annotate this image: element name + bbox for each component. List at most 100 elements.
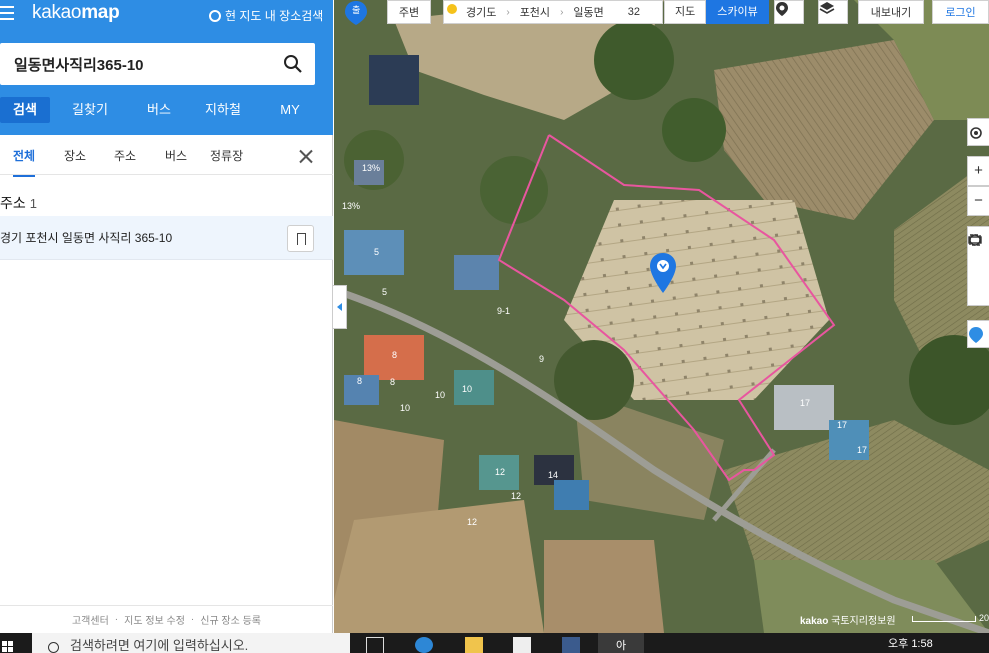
menu-icon[interactable] <box>0 6 18 22</box>
nav-tab-my[interactable]: MY <box>265 97 315 123</box>
zoom-out-button[interactable]: − <box>967 186 989 216</box>
map-label: 12 <box>511 491 522 501</box>
nav-tab-bus[interactable]: 버스 <box>134 97 184 123</box>
location-marker-icon[interactable] <box>649 252 677 294</box>
skyview-mode-button[interactable]: 스카이뷰 <box>706 0 769 24</box>
list-item[interactable]: 경기 포천시 일동면 사직리 365-10 <box>0 216 333 260</box>
zoom-in-button[interactable]: + <box>967 156 989 186</box>
breadcrumb: 경기도 › 포천시 › 일동면 32 <box>443 0 663 24</box>
search-panel: kakaomap 현 지도 내 장소검색 검색 길찾기 버스 지하철 MY <box>0 0 333 633</box>
nav-tab-search[interactable]: 검색 <box>0 97 50 123</box>
map-scale: 20 <box>912 613 989 623</box>
map-label: 8 <box>390 377 396 387</box>
store-icon[interactable] <box>513 637 531 653</box>
taskbar-search-icon <box>48 642 59 653</box>
map-label: 10 <box>435 390 446 400</box>
kakaomap-logo[interactable]: kakaomap <box>32 2 120 24</box>
weather[interactable]: 32 <box>447 4 641 18</box>
new-place-register-link[interactable]: 신규 장소 등록 <box>200 612 261 627</box>
windows-start-icon[interactable] <box>2 641 14 653</box>
address-section-title: 주소 1 <box>0 193 37 213</box>
map-label: 5 <box>382 287 388 297</box>
copyright-source: 국토지리정보원 <box>831 616 896 627</box>
search-icon[interactable] <box>283 54 303 74</box>
map-mode-button[interactable]: 지도 <box>664 0 707 24</box>
chevron-right-icon: › <box>560 6 564 18</box>
footer-separator: · <box>114 614 119 625</box>
copyright-brand: kakao <box>800 616 829 627</box>
windows-taskbar: 검색하려면 여기에 입력하십시오. 아 오후 1:58 <box>0 633 989 653</box>
clock-time: 1:58 <box>911 638 933 650</box>
start-pin-label: 출 <box>352 5 361 15</box>
map-label: 13% <box>362 163 381 173</box>
result-address: 경기 포천시 일동면 사직리 365-10 <box>0 231 173 245</box>
customer-center-link[interactable]: 고객센터 <box>72 612 109 627</box>
breadcrumb-city[interactable]: 포천시 <box>520 4 550 20</box>
layers-button[interactable] <box>818 0 848 24</box>
map-label: 13% <box>342 201 361 211</box>
footer-separator: · <box>190 614 195 625</box>
nav-tab-subway[interactable]: 지하철 <box>198 97 248 123</box>
active-app-label: 아 <box>615 640 627 652</box>
roadview-button[interactable] <box>774 0 804 24</box>
app-icon[interactable] <box>562 637 580 653</box>
map-area-search-toggle[interactable]: 현 지도 내 장소검색 <box>209 7 323 24</box>
filter-tab-all[interactable]: 전체 <box>13 147 36 177</box>
map-label: 5 <box>374 247 380 257</box>
map-label: 8 <box>392 350 398 360</box>
map-label: 12 <box>467 517 478 527</box>
clock-ampm: 오후 <box>888 638 909 650</box>
collapse-panel-button[interactable] <box>333 285 347 329</box>
layers-icon <box>819 2 835 14</box>
filter-tab-bus-stop[interactable]: 정류장 <box>210 147 243 164</box>
close-icon[interactable] <box>299 149 313 164</box>
filter-tab-bus[interactable]: 버스 <box>165 147 187 164</box>
map-label: 14 <box>548 470 559 480</box>
area-icon[interactable] <box>968 234 989 279</box>
login-button[interactable]: 로그인 <box>932 0 989 24</box>
map-view[interactable]: 13% 13% 5 5 9-1 9 8 8 8 10 10 10 12 12 1… <box>334 0 989 633</box>
nav-tab-directions[interactable]: 길찾기 <box>65 97 115 123</box>
filter-tab-address[interactable]: 주소 <box>114 147 136 164</box>
nearby-label: 주변 <box>398 7 420 19</box>
roadview-side-button[interactable] <box>967 320 989 348</box>
search-input[interactable] <box>14 55 274 73</box>
map-label: 12 <box>495 467 506 477</box>
active-app-tile[interactable]: 아 <box>598 633 644 653</box>
search-bar <box>0 43 315 85</box>
map-label: 17 <box>800 398 811 408</box>
chevron-left-icon <box>337 303 342 311</box>
weather-temp: 32 <box>627 6 641 18</box>
map-label: 9 <box>539 354 545 364</box>
measure-tools <box>967 226 989 306</box>
bookmark-icon <box>297 233 306 245</box>
export-label: 내보내기 <box>870 7 912 19</box>
map-label: 17 <box>837 420 848 430</box>
login-label: 로그인 <box>945 7 976 19</box>
location-target-icon <box>970 127 982 139</box>
panel-footer: 고객센터 · 지도 정보 수정 · 신규 장소 등록 <box>0 605 333 633</box>
map-area-search-label: 현 지도 내 장소검색 <box>225 9 324 23</box>
map-label: 8 <box>357 376 363 386</box>
radius-icon[interactable] <box>968 234 989 305</box>
scale-label: 20 <box>978 613 989 623</box>
scale-bar <box>912 615 977 622</box>
task-view-icon[interactable] <box>366 637 384 653</box>
edge-browser-icon[interactable] <box>415 637 433 653</box>
taskbar-search-box[interactable]: 검색하려면 여기에 입력하십시오. <box>32 633 350 653</box>
map-info-edit-link[interactable]: 지도 정보 수정 <box>124 612 185 627</box>
breadcrumb-town[interactable]: 일동면 <box>573 4 603 20</box>
clock[interactable]: 오후 1:58 <box>888 635 933 651</box>
breadcrumb-province[interactable]: 경기도 <box>466 4 496 20</box>
roadview-icon <box>969 327 983 343</box>
current-location-button[interactable] <box>967 118 989 146</box>
export-button[interactable]: 내보내기 <box>858 0 924 24</box>
filter-tab-place[interactable]: 장소 <box>64 147 86 164</box>
map-label: 10 <box>400 403 411 413</box>
file-explorer-icon[interactable] <box>465 637 483 653</box>
bookmark-button[interactable] <box>287 225 314 252</box>
pin-icon <box>776 2 788 16</box>
zoom-in-icon: + <box>974 162 983 179</box>
nearby-button[interactable]: 주변 <box>387 0 431 24</box>
taskbar-search-placeholder: 검색하려면 여기에 입력하십시오. <box>70 638 249 653</box>
